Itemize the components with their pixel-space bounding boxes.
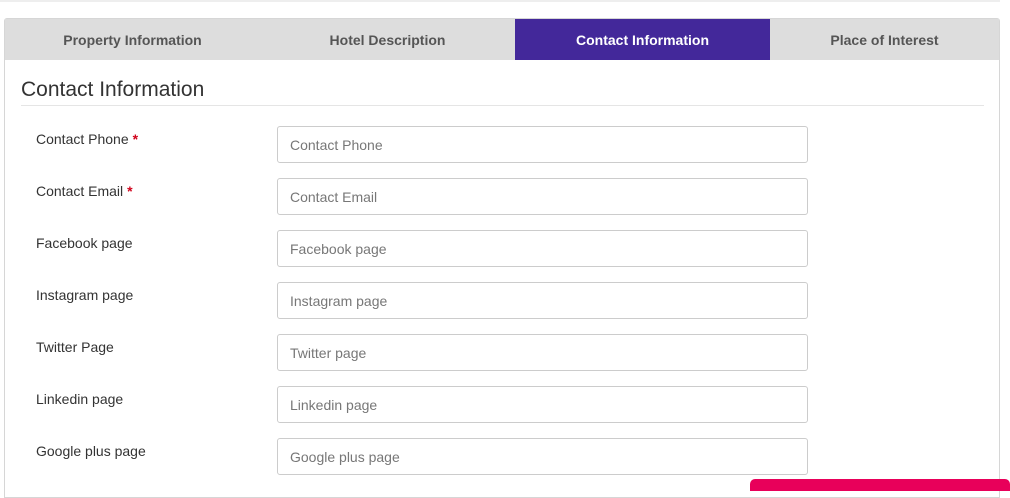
form-row-instagram: Instagram page bbox=[5, 282, 999, 319]
form-row-google-plus: Google plus page bbox=[5, 438, 999, 475]
tab-bar: Property Information Hotel Description C… bbox=[5, 19, 999, 60]
google-plus-page-label: Google plus page bbox=[36, 443, 146, 459]
section-divider bbox=[21, 105, 984, 106]
required-marker: * bbox=[127, 183, 133, 199]
form-row-linkedin: Linkedin page bbox=[5, 386, 999, 423]
contact-email-label: Contact Email * bbox=[36, 183, 133, 199]
instagram-page-label: Instagram page bbox=[36, 287, 134, 303]
contact-form-panel: Property Information Hotel Description C… bbox=[4, 18, 1000, 498]
form-row-twitter: Twitter Page bbox=[5, 334, 999, 371]
tab-place-of-interest[interactable]: Place of Interest bbox=[770, 19, 999, 60]
top-divider bbox=[0, 0, 1000, 2]
tab-contact-information[interactable]: Contact Information bbox=[515, 19, 770, 60]
form-row-contact-email: Contact Email * bbox=[5, 178, 999, 215]
form-row-facebook: Facebook page bbox=[5, 230, 999, 267]
contact-email-input[interactable] bbox=[277, 178, 808, 215]
instagram-page-input[interactable] bbox=[277, 282, 808, 319]
facebook-page-input[interactable] bbox=[277, 230, 808, 267]
floating-action-bar[interactable] bbox=[750, 479, 1010, 491]
facebook-page-label: Facebook page bbox=[36, 235, 133, 251]
google-plus-page-input[interactable] bbox=[277, 438, 808, 475]
contact-phone-label: Contact Phone * bbox=[36, 131, 139, 147]
linkedin-page-input[interactable] bbox=[277, 386, 808, 423]
tab-property-information[interactable]: Property Information bbox=[5, 19, 260, 60]
required-marker: * bbox=[132, 131, 139, 147]
twitter-page-input[interactable] bbox=[277, 334, 808, 371]
linkedin-page-label: Linkedin page bbox=[36, 391, 124, 407]
section-title: Contact Information bbox=[21, 78, 205, 101]
twitter-page-label: Twitter Page bbox=[36, 339, 114, 355]
tab-hotel-description[interactable]: Hotel Description bbox=[260, 19, 515, 60]
form-row-contact-phone: Contact Phone * bbox=[5, 126, 999, 163]
contact-phone-input[interactable] bbox=[277, 126, 808, 163]
